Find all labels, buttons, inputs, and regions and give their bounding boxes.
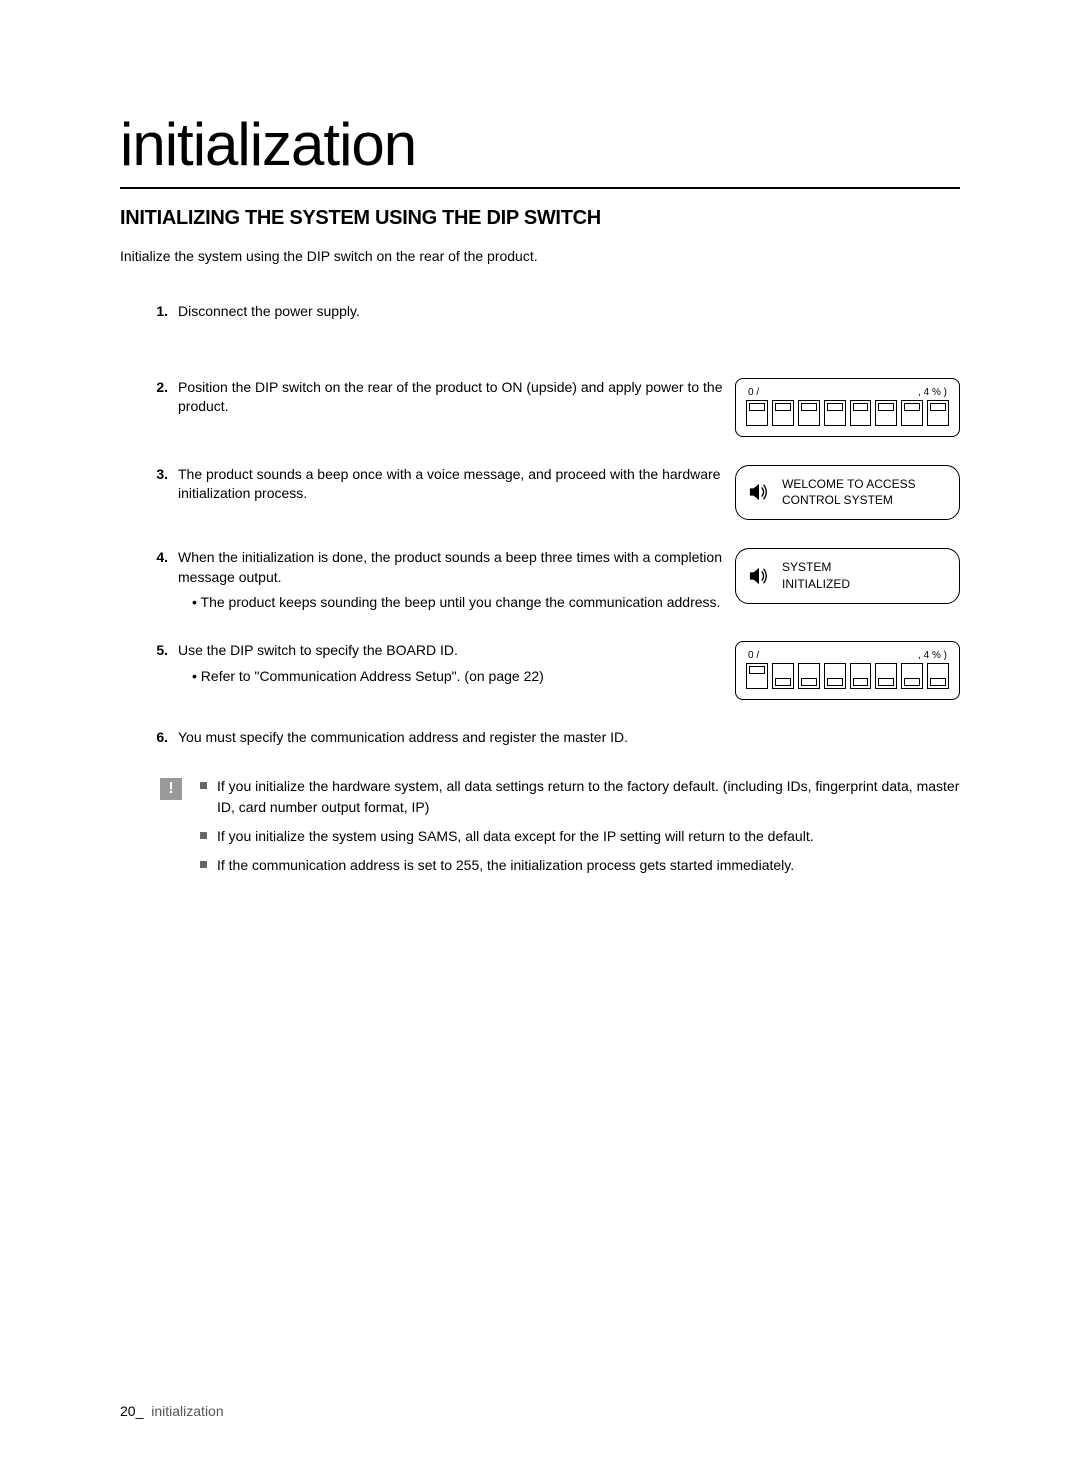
dip-handle (827, 403, 843, 411)
step-row-2: 2. Position the DIP switch on the rear o… (120, 378, 960, 437)
step-4: 4. When the initialization is done, the … (120, 548, 725, 613)
dip-switch (772, 663, 794, 689)
dip-handle (853, 678, 869, 686)
step-bullet: • Refer to "Communication Address Setup"… (192, 668, 544, 684)
step-text: Disconnect the power supply. (178, 302, 725, 322)
dip-handle (749, 666, 765, 674)
dip-label-right: , 4 % ) (918, 650, 947, 661)
dip-handle (878, 678, 894, 686)
step-row-6: 6. You must specify the communication ad… (120, 728, 960, 748)
page-footer: 20_ initialization (120, 1403, 224, 1419)
note-item: If you initialize the hardware system, a… (200, 776, 960, 818)
step-text: When the initialization is done, the pro… (178, 549, 722, 585)
dip-handle (853, 403, 869, 411)
note-item: If the communication address is set to 2… (200, 855, 960, 876)
msg-line-1: WELCOME TO ACCESS (782, 476, 916, 493)
dip-switch (798, 663, 820, 689)
step-text: The product sounds a beep once with a vo… (178, 465, 725, 504)
note-text: If you initialize the hardware system, a… (217, 776, 960, 818)
dip-switch-diagram-1: 0 / , 4 % ) (735, 378, 960, 437)
bullet-icon (200, 861, 207, 868)
dip-switch (875, 400, 897, 426)
page-number: 20_ (120, 1403, 143, 1419)
step-row-4: 4. When the initialization is done, the … (120, 548, 960, 613)
msg-line-2: INITIALIZED (782, 576, 850, 593)
caution-icon: ! (160, 778, 182, 800)
step-number: 4. (128, 549, 168, 565)
dip-switch (850, 400, 872, 426)
dip-switch (927, 400, 949, 426)
footer-label: initialization (151, 1403, 223, 1419)
dip-handle (775, 403, 791, 411)
step-number: 2. (128, 379, 168, 395)
step-row-5: 5. Use the DIP switch to specify the BOA… (120, 641, 960, 700)
dip-switch-diagram-2: 0 / , 4 % ) (735, 641, 960, 700)
step-text: Use the DIP switch to specify the BOARD … (178, 642, 458, 658)
step-2: 2. Position the DIP switch on the rear o… (120, 378, 725, 417)
dip-switch (746, 663, 768, 689)
step-bullet: • The product keeps sounding the beep un… (192, 594, 720, 610)
step-row-3: 3. The product sounds a beep once with a… (120, 465, 960, 521)
dip-switch (850, 663, 872, 689)
sound-icon (748, 482, 770, 502)
step-3: 3. The product sounds a beep once with a… (120, 465, 725, 504)
section-heading: INITIALIZING THE SYSTEM USING THE DIP SW… (120, 207, 960, 230)
dip-switch (772, 400, 794, 426)
intro-text: Initialize the system using the DIP swit… (120, 248, 960, 264)
voice-message-box-1: WELCOME TO ACCESS CONTROL SYSTEM (735, 465, 960, 521)
step-number: 1. (128, 303, 168, 319)
step-5: 5. Use the DIP switch to specify the BOA… (120, 641, 725, 686)
step-text: You must specify the communication addre… (178, 728, 725, 748)
dip-handle (801, 403, 817, 411)
page-title: initialization (120, 110, 960, 179)
msg-line-1: SYSTEM (782, 559, 850, 576)
step-number: 5. (128, 642, 168, 658)
note-text: If the communication address is set to 2… (217, 855, 960, 876)
step-6: 6. You must specify the communication ad… (120, 728, 725, 748)
bullet-icon (200, 782, 207, 789)
dip-handle (930, 403, 946, 411)
note-text: If you initialize the system using SAMS,… (217, 826, 960, 847)
dip-handle (930, 678, 946, 686)
dip-switch (901, 663, 923, 689)
dip-handle (775, 678, 791, 686)
dip-switch (798, 400, 820, 426)
dip-handle (878, 403, 894, 411)
dip-label-right: , 4 % ) (918, 387, 947, 398)
title-underline (120, 187, 960, 189)
dip-switch (824, 663, 846, 689)
dip-handle (801, 678, 817, 686)
msg-line-2: CONTROL SYSTEM (782, 492, 916, 509)
dip-switch (927, 663, 949, 689)
dip-switch (901, 400, 923, 426)
dip-switch (746, 400, 768, 426)
step-1: 1. Disconnect the power supply. (120, 302, 725, 322)
dip-handle (827, 678, 843, 686)
step-row-1: 1. Disconnect the power supply. (120, 302, 960, 350)
sound-icon (748, 566, 770, 586)
notes-block: ! If you initialize the hardware system,… (120, 776, 960, 884)
step-number: 6. (128, 729, 168, 745)
bullet-icon (200, 832, 207, 839)
dip-handle (904, 403, 920, 411)
dip-handle (904, 678, 920, 686)
dip-label-left: 0 / (748, 387, 759, 398)
step-number: 3. (128, 466, 168, 482)
step-text: Position the DIP switch on the rear of t… (178, 378, 725, 417)
note-item: If you initialize the system using SAMS,… (200, 826, 960, 847)
dip-switch (875, 663, 897, 689)
dip-handle (749, 403, 765, 411)
dip-switch (824, 400, 846, 426)
dip-label-left: 0 / (748, 650, 759, 661)
voice-message-box-2: SYSTEM INITIALIZED (735, 548, 960, 604)
